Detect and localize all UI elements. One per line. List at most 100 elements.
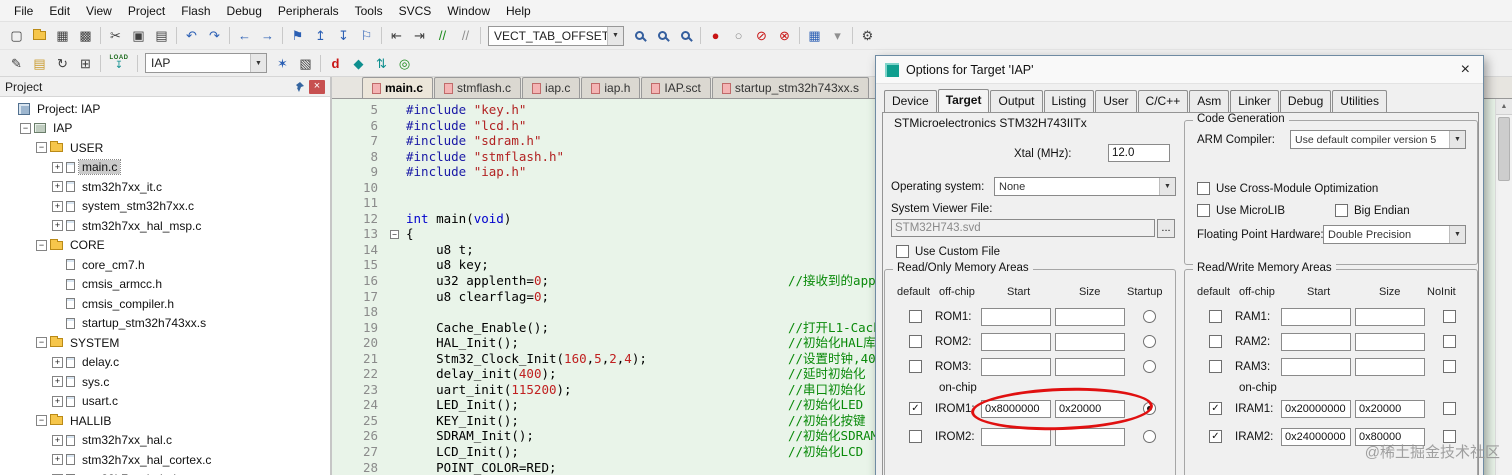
rom2-default-checkbox[interactable] <box>909 335 922 348</box>
rom3-size-input[interactable] <box>1055 358 1125 376</box>
translate-button[interactable]: ✎ <box>5 52 28 74</box>
configuration-button[interactable]: ⚙ <box>856 25 879 47</box>
irom1-size-input[interactable] <box>1055 400 1125 418</box>
ram2-noinit-checkbox[interactable] <box>1443 335 1456 348</box>
editor-vertical-scrollbar[interactable]: ▲ <box>1495 99 1512 475</box>
expand-icon[interactable]: + <box>52 200 63 212</box>
use-custom-file-checkbox[interactable] <box>896 245 909 258</box>
ram1-default-checkbox[interactable] <box>1209 310 1222 323</box>
ram2-size-input[interactable] <box>1355 333 1425 351</box>
dialog-tab-utilities[interactable]: Utilities <box>1332 90 1387 112</box>
new-file-button[interactable]: ▢ <box>5 25 28 47</box>
unindent-button[interactable]: ⇤ <box>385 25 408 47</box>
next-bookmark-button[interactable]: ↧ <box>332 25 355 47</box>
ram1-noinit-checkbox[interactable] <box>1443 310 1456 323</box>
cut-button[interactable]: ✂ <box>104 25 127 47</box>
show-current-statement-button[interactable]: ◎ <box>393 52 416 74</box>
irom1-startup-radio[interactable] <box>1143 402 1156 415</box>
dialog-tab-listing[interactable]: Listing <box>1043 90 1095 112</box>
iram1-noinit-checkbox[interactable] <box>1443 402 1456 415</box>
tree-item-stm32h7xx-it-c[interactable]: + stm32h7xx_it.c <box>0 177 330 197</box>
menu-item-project[interactable]: Project <box>120 1 173 21</box>
tree-item-sys-c[interactable]: + sys.c <box>0 372 330 392</box>
navigate-back-button[interactable]: ← <box>233 25 256 47</box>
uncomment-button[interactable]: // <box>454 25 477 47</box>
manage-project-items-button[interactable]: ▧ <box>294 52 317 74</box>
previous-bookmark-button[interactable]: ↥ <box>309 25 332 47</box>
close-panel-button[interactable]: × <box>309 79 325 94</box>
expand-icon[interactable]: + <box>52 181 63 193</box>
enable-disable-breakpoint-button[interactable]: ○ <box>727 25 750 47</box>
insert-breakpoint-button[interactable]: ● <box>704 25 727 47</box>
find-button[interactable] <box>651 25 674 47</box>
find-in-files-button[interactable] <box>628 25 651 47</box>
browse-svd-button[interactable]: ... <box>1157 219 1175 238</box>
window-layout-button[interactable]: ▦ <box>803 25 826 47</box>
rom3-startup-radio[interactable] <box>1143 360 1156 373</box>
expand-icon[interactable]: + <box>52 454 63 466</box>
menu-item-help[interactable]: Help <box>498 1 539 21</box>
collapse-icon[interactable]: − <box>20 122 31 134</box>
options-for-target-button[interactable]: ✶ <box>271 52 294 74</box>
menu-item-file[interactable]: File <box>6 1 41 21</box>
scrollbar-thumb[interactable] <box>1498 117 1510 181</box>
rom3-start-input[interactable] <box>981 358 1051 376</box>
copy-button[interactable]: ▣ <box>127 25 150 47</box>
kernel-objects-button[interactable]: ◆ <box>347 52 370 74</box>
iram1-start-input[interactable] <box>1281 400 1351 418</box>
save-all-button[interactable]: ▩ <box>74 25 97 47</box>
clear-bookmarks-button[interactable]: ⚐ <box>355 25 378 47</box>
expand-icon[interactable]: + <box>52 161 63 173</box>
rom2-size-input[interactable] <box>1055 333 1125 351</box>
editor-tab-stmflash-c[interactable]: stmflash.c <box>434 77 522 98</box>
rom1-startup-radio[interactable] <box>1143 310 1156 323</box>
operating-system-select[interactable]: None ▼ <box>994 177 1176 196</box>
menu-item-edit[interactable]: Edit <box>41 1 78 21</box>
dialog-tab-debug[interactable]: Debug <box>1279 90 1332 112</box>
tree-item-system[interactable]: − SYSTEM <box>0 333 330 353</box>
iram2-default-checkbox[interactable]: ✓ <box>1209 430 1222 443</box>
undo-button[interactable]: ↶ <box>180 25 203 47</box>
dialog-tab-target[interactable]: Target <box>937 89 990 113</box>
tree-item-delay-c[interactable]: + delay.c <box>0 353 330 373</box>
chevron-down-icon[interactable]: ▼ <box>1159 178 1175 195</box>
chevron-down-icon[interactable]: ▼ <box>1449 131 1465 148</box>
tree-item-main-c[interactable]: + main.c <box>0 158 330 178</box>
collapse-icon[interactable]: − <box>36 415 47 427</box>
build-button[interactable]: ▤ <box>28 52 51 74</box>
editor-tab-iap-sct[interactable]: IAP.sct <box>641 77 711 98</box>
tree-item-core[interactable]: − CORE <box>0 236 330 256</box>
irom2-size-input[interactable] <box>1055 428 1125 446</box>
irom2-default-checkbox[interactable] <box>909 430 922 443</box>
dialog-tab-output[interactable]: Output <box>990 90 1043 112</box>
irom2-startup-radio[interactable] <box>1143 430 1156 443</box>
iram1-size-input[interactable] <box>1355 400 1425 418</box>
collapse-icon[interactable]: − <box>36 142 47 154</box>
rom1-default-checkbox[interactable] <box>909 310 922 323</box>
toggle-bookmark-button[interactable]: ⚑ <box>286 25 309 47</box>
save-button[interactable]: ▦ <box>51 25 74 47</box>
tree-item-stm32h7xx-hal-c[interactable]: + stm32h7xx_hal.c <box>0 431 330 451</box>
chevron-down-icon[interactable]: ▼ <box>607 26 623 45</box>
dialog-tab-user[interactable]: User <box>1095 90 1137 112</box>
tree-item-cmsis-armcc-h[interactable]: cmsis_armcc.h <box>0 275 330 295</box>
arm-compiler-select[interactable]: Use default compiler version 5 ▼ <box>1290 130 1466 149</box>
rom3-default-checkbox[interactable] <box>909 360 922 373</box>
tree-item-system-stm32h7xx-c[interactable]: + system_stm32h7xx.c <box>0 197 330 217</box>
irom1-start-input[interactable] <box>981 400 1051 418</box>
paste-button[interactable]: ▤ <box>150 25 173 47</box>
dialog-tab-device[interactable]: Device <box>884 90 937 112</box>
collapse-icon[interactable]: − <box>36 337 47 349</box>
expand-icon[interactable]: + <box>52 434 63 446</box>
tree-item-stm32h7xx-hal-dma-c[interactable]: +stm32h7xx_hal_dma.c <box>0 470 330 475</box>
rom2-startup-radio[interactable] <box>1143 335 1156 348</box>
ram1-size-input[interactable] <box>1355 308 1425 326</box>
batch-build-button[interactable]: ⊞ <box>74 52 97 74</box>
menu-item-peripherals[interactable]: Peripherals <box>270 1 347 21</box>
find-combo[interactable]: VECT_TAB_OFFSET ▼ <box>488 25 624 46</box>
scroll-up-icon[interactable]: ▲ <box>1496 99 1512 115</box>
rom1-size-input[interactable] <box>1055 308 1125 326</box>
menu-item-tools[interactable]: Tools <box>347 1 391 21</box>
ram2-default-checkbox[interactable] <box>1209 335 1222 348</box>
fold-marker[interactable]: − <box>390 230 399 240</box>
